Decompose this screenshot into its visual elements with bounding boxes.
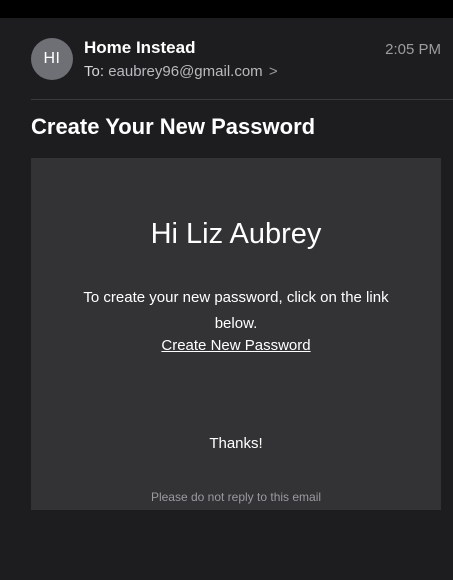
recipient-line[interactable]: To: eaubrey96@gmail.com > [84, 63, 278, 80]
status-bar [0, 0, 453, 18]
sender-name[interactable]: Home Instead [84, 38, 195, 58]
email-header: HI Home Instead To: eaubrey96@gmail.com … [0, 18, 453, 100]
email-subject: Create Your New Password [31, 114, 316, 139]
greeting: Hi Liz Aubrey [150, 218, 322, 250]
no-reply-note: Please do not reply to this email [150, 490, 322, 504]
avatar-initials: HI [43, 50, 61, 67]
header-divider [31, 99, 453, 100]
recipient-address: eaubrey96@gmail.com [108, 63, 263, 80]
email-body-card: Hi Liz Aubrey To create your new passwor… [31, 158, 441, 510]
to-label: To: [84, 63, 105, 80]
email-time: 2:05 PM [385, 41, 441, 58]
create-password-link[interactable]: Create New Password [161, 337, 310, 354]
sender-avatar[interactable]: HI [31, 38, 73, 80]
email-view: HI Home Instead To: eaubrey96@gmail.com … [0, 0, 453, 580]
chevron-right-icon: > [268, 63, 278, 80]
body-text: To create your new password, click on th… [83, 289, 389, 332]
thanks-text: Thanks! [209, 435, 263, 452]
link-row: Create New Password [31, 337, 441, 355]
